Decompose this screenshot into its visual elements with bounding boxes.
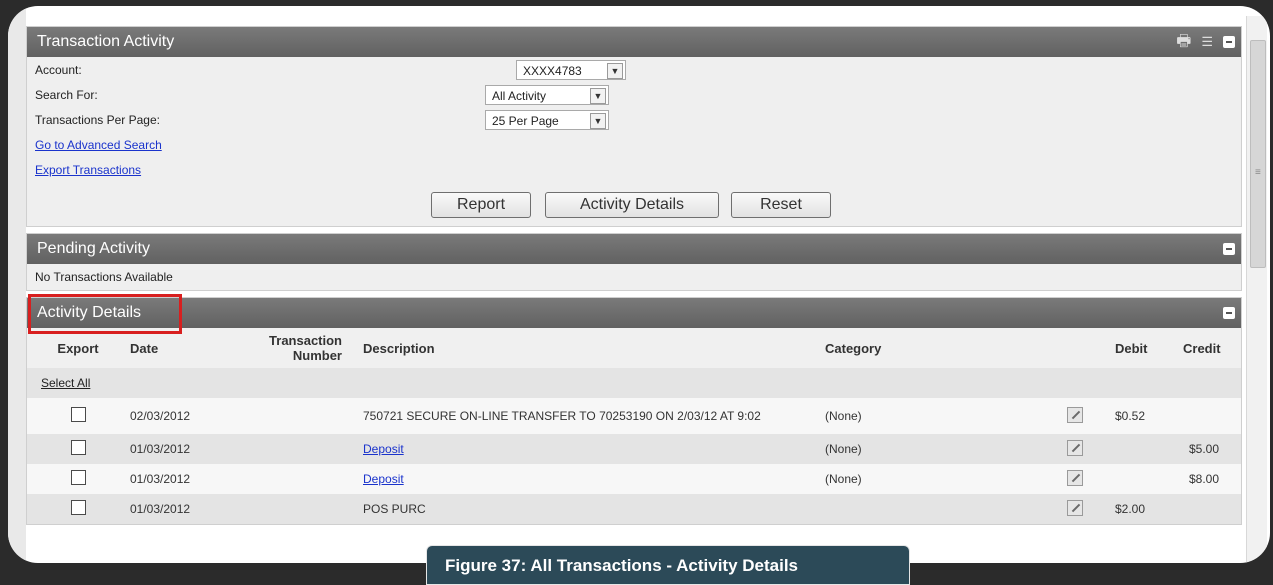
export-checkbox[interactable] <box>70 407 86 422</box>
pending-empty-message: No Transactions Available <box>35 270 173 284</box>
table-row: 01/03/2012 Deposit (None) $5.00 <box>27 434 1241 464</box>
row-date: 01/03/2012 <box>130 472 191 486</box>
export-row: Export Transactions <box>27 157 1241 182</box>
scrollbar-thumb[interactable]: ≡ <box>1250 40 1266 268</box>
col-debit: Debit <box>1114 328 1182 368</box>
export-checkbox[interactable] <box>70 440 86 455</box>
row-credit: $5.00 <box>1188 442 1219 456</box>
print-icon[interactable]: 🖶 <box>1176 27 1191 57</box>
transaction-activity-title: Transaction Activity <box>37 33 175 50</box>
account-row: Account: XXXX4783 ▼ <box>27 57 1241 82</box>
col-edit <box>1066 328 1114 368</box>
row-debit: $0.52 <box>1115 409 1146 423</box>
row-credit <box>1182 398 1241 434</box>
select-all-row: Select All <box>27 368 1241 398</box>
minimize-icon[interactable] <box>1223 307 1235 319</box>
transaction-activity-panel: Transaction Activity 🖶 ☰ Account: XXXX47… <box>26 26 1242 227</box>
row-date: 01/03/2012 <box>130 442 191 456</box>
row-date: 01/03/2012 <box>130 502 191 516</box>
account-select[interactable]: XXXX4783 ▼ <box>516 60 626 80</box>
chevron-down-icon[interactable]: ▼ <box>590 88 606 104</box>
chevron-down-icon[interactable]: ▼ <box>590 113 606 129</box>
edit-icon[interactable] <box>1067 439 1083 456</box>
row-debit <box>1114 434 1182 464</box>
row-description: POS PURC <box>363 502 426 516</box>
row-category: (None) <box>825 472 862 486</box>
list-options-icon[interactable]: ☰ <box>1201 27 1213 57</box>
button-row: Report Activity Details Reset <box>27 182 1241 226</box>
col-credit: Credit <box>1182 328 1241 368</box>
row-date: 02/03/2012 <box>130 409 191 423</box>
per-page-select-value: 25 Per Page <box>492 114 559 128</box>
edit-icon[interactable] <box>1067 406 1083 423</box>
grip-icon: ≡ <box>1255 167 1261 178</box>
row-transaction-number <box>221 398 362 434</box>
row-transaction-number <box>221 464 362 494</box>
edit-icon[interactable] <box>1067 469 1083 486</box>
row-category: (None) <box>825 409 862 423</box>
row-debit: $2.00 <box>1115 502 1146 516</box>
reset-button[interactable]: Reset <box>731 192 831 218</box>
col-date: Date <box>129 328 221 368</box>
col-export: Export <box>27 328 129 368</box>
account-select-value: XXXX4783 <box>523 64 582 78</box>
minimize-icon[interactable] <box>1223 243 1235 255</box>
edit-icon[interactable] <box>1067 499 1083 516</box>
table-row: 01/03/2012 Deposit (None) $8.00 <box>27 464 1241 494</box>
account-label: Account: <box>35 63 82 77</box>
search-for-label: Search For: <box>35 88 98 102</box>
row-description: 750721 SECURE ON-LINE TRANSFER TO 702531… <box>363 408 761 423</box>
export-checkbox[interactable] <box>70 470 86 485</box>
window-frame: Transaction Activity 🖶 ☰ Account: XXXX47… <box>8 6 1270 563</box>
transaction-activity-header: Transaction Activity 🖶 ☰ <box>27 27 1241 57</box>
row-description-link[interactable]: Deposit <box>363 442 404 456</box>
pending-activity-title: Pending Activity <box>37 240 150 257</box>
col-description: Description <box>362 328 824 368</box>
search-for-select[interactable]: All Activity ▼ <box>485 85 609 105</box>
pending-activity-panel: Pending Activity No Transactions Availab… <box>26 233 1242 291</box>
per-page-label: Transactions Per Page: <box>35 113 160 127</box>
search-for-select-value: All Activity <box>492 89 547 103</box>
pending-activity-header: Pending Activity <box>27 234 1241 264</box>
select-all-link[interactable]: Select All <box>41 376 90 390</box>
chevron-down-icon[interactable]: ▼ <box>607 63 623 79</box>
activity-table: Export Date Transaction Number Descripti… <box>27 328 1241 524</box>
vertical-scrollbar[interactable]: ≡ <box>1246 16 1267 563</box>
col-category: Category <box>824 328 1066 368</box>
row-debit <box>1114 464 1182 494</box>
activity-details-button[interactable]: Activity Details <box>545 192 719 218</box>
activity-details-header: Activity Details <box>27 294 1241 334</box>
row-transaction-number <box>221 434 362 464</box>
row-credit: $8.00 <box>1188 472 1219 486</box>
export-transactions-link[interactable]: Export Transactions <box>35 163 141 177</box>
row-category <box>824 494 1066 524</box>
per-page-row: Transactions Per Page: 25 Per Page ▼ <box>27 107 1241 132</box>
figure-caption: Figure 37: All Transactions - Activity D… <box>426 545 910 585</box>
advanced-search-row: Go to Advanced Search <box>27 132 1241 157</box>
search-for-row: Search For: All Activity ▼ <box>27 82 1241 107</box>
minimize-icon[interactable] <box>1223 36 1235 48</box>
advanced-search-link[interactable]: Go to Advanced Search <box>35 138 162 152</box>
main-content: Transaction Activity 🖶 ☰ Account: XXXX47… <box>26 26 1242 531</box>
row-description-link[interactable]: Deposit <box>363 472 404 486</box>
highlight-box <box>28 294 182 334</box>
left-edge <box>8 6 26 563</box>
export-checkbox[interactable] <box>70 500 86 515</box>
col-transaction-number: Transaction Number <box>221 328 362 368</box>
row-transaction-number <box>221 494 362 524</box>
row-category: (None) <box>825 442 862 456</box>
per-page-select[interactable]: 25 Per Page ▼ <box>485 110 609 130</box>
report-button[interactable]: Report <box>431 192 531 218</box>
table-row: 02/03/2012 750721 SECURE ON-LINE TRANSFE… <box>27 398 1241 434</box>
table-row: 01/03/2012 POS PURC $2.00 <box>27 494 1241 524</box>
row-credit <box>1182 494 1241 524</box>
activity-details-panel: Activity Details Export Date Transaction… <box>26 294 1242 525</box>
